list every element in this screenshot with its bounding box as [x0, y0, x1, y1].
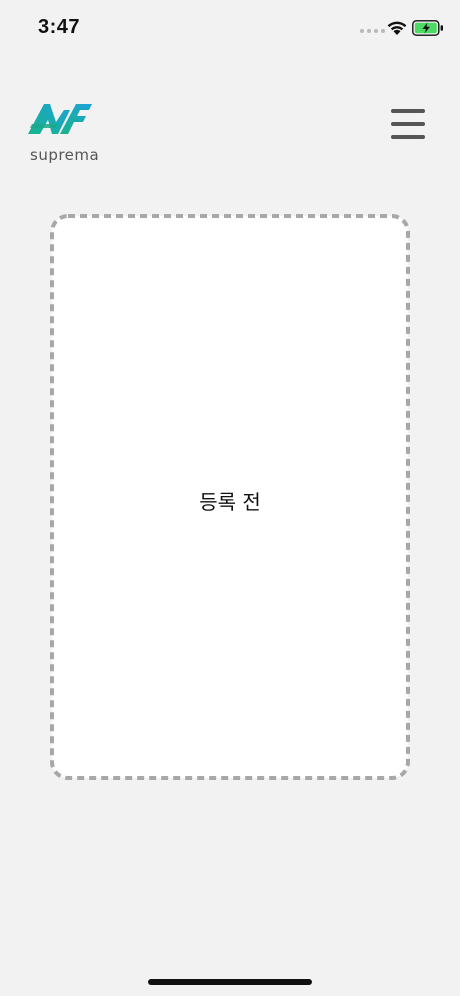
registration-status-text: 등록 전 [199, 490, 261, 514]
wifi-icon [387, 21, 407, 35]
menu-button[interactable] [390, 106, 426, 142]
status-bar: 3:47 [0, 0, 460, 56]
hamburger-menu-line [391, 135, 425, 139]
status-time: 3:47 [38, 16, 81, 38]
battery-charging-icon [412, 20, 443, 36]
logo-wordmark: suprema [30, 146, 100, 164]
hamburger-menu-line [391, 122, 425, 126]
home-indicator[interactable] [148, 979, 312, 985]
hamburger-menu-icon [391, 109, 425, 113]
registration-card: 등록 전 [50, 214, 410, 780]
signal-icon [360, 29, 385, 33]
af-logo-mark [28, 104, 92, 134]
